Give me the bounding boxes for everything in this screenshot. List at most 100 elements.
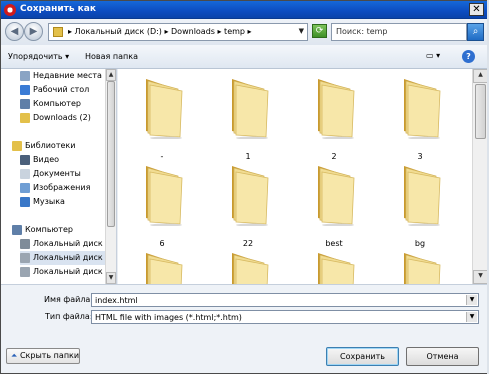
chevron-up-icon: ⏶ xyxy=(11,351,20,360)
scroll-up-icon[interactable]: ▲ xyxy=(473,69,488,83)
folder-item[interactable]: - xyxy=(132,75,192,161)
back-arrow-icon[interactable]: ◀ xyxy=(5,22,24,41)
sidebar-item-label: Локальный диск ( xyxy=(33,253,109,262)
folder-item[interactable]: 6 xyxy=(132,162,192,248)
chevron-down-icon[interactable]: ▼ xyxy=(299,27,304,35)
sidebar-item[interactable]: Документы xyxy=(20,167,81,181)
sidebar-item[interactable]: Музыка xyxy=(20,195,65,209)
sidebar-item-label: Компьютер xyxy=(25,225,73,234)
sidebar-item-label: Локальный диск ( xyxy=(33,239,109,248)
chevron-down-icon[interactable]: ▼ xyxy=(466,295,477,305)
save-as-dialog: Сохранить как ✕ ◀ ▶ ▸ Локальный диск (D:… xyxy=(0,0,489,374)
sidebar-scrollbar[interactable]: ▲ ▼ xyxy=(105,69,116,284)
sidebar-item[interactable]: Библиотеки xyxy=(12,139,75,153)
computer-icon xyxy=(12,224,22,235)
address-bar[interactable]: ▸ Локальный диск (D:) ▸ Downloads ▸ temp… xyxy=(48,23,308,41)
scroll-down-icon[interactable]: ▼ xyxy=(473,270,488,284)
search-icon[interactable]: ⌕ xyxy=(467,23,484,41)
sidebar-item[interactable]: Видео xyxy=(20,153,59,167)
recent-places-icon xyxy=(20,70,30,81)
organize-button[interactable]: Упорядочить ▾ xyxy=(8,52,69,61)
sidebar-item[interactable]: Недавние места xyxy=(20,69,102,83)
documents-icon xyxy=(20,168,30,179)
folder-name: best xyxy=(325,239,343,248)
filename-value[interactable]: index.html xyxy=(95,296,138,305)
scroll-thumb[interactable] xyxy=(475,84,486,139)
folder-icon xyxy=(53,27,63,37)
filetype-label: Тип файла: xyxy=(45,312,93,321)
folder-item[interactable] xyxy=(304,249,364,284)
folder-icon xyxy=(20,112,30,123)
breadcrumb[interactable]: ▸ Локальный диск (D:) ▸ Downloads ▸ temp… xyxy=(68,27,252,36)
refresh-icon[interactable]: ⟳ xyxy=(312,24,327,38)
drive-icon xyxy=(20,252,30,263)
filetype-select[interactable]: HTML file with images (*.html;*.htm) ▼ xyxy=(91,310,479,324)
sidebar-item[interactable]: Изображения xyxy=(20,181,90,195)
opera-logo-icon xyxy=(4,4,16,16)
command-bar: Упорядочить ▾ Новая папка ▭ ▾ ? xyxy=(1,45,488,69)
save-button[interactable]: Сохранить xyxy=(326,347,399,366)
folder-name: 6 xyxy=(159,239,165,248)
sidebar-item-label: Компьютер xyxy=(33,99,81,108)
forward-arrow-icon[interactable]: ▶ xyxy=(24,22,43,41)
filename-field[interactable]: index.html ▼ xyxy=(91,293,479,307)
music-icon xyxy=(20,196,30,207)
sidebar-item-label: Библиотеки xyxy=(25,141,76,150)
folder-item[interactable]: best xyxy=(304,162,364,248)
libraries-icon xyxy=(12,140,22,151)
folder-name: bg xyxy=(414,239,426,248)
video-icon xyxy=(20,154,30,165)
navigation-pane: Недавние места Рабочий стол Компьютер Downl… xyxy=(1,69,117,284)
view-options-icon[interactable]: ▭ ▾ xyxy=(426,51,452,63)
folder-item[interactable]: 22 xyxy=(218,162,278,248)
sidebar-item-label: Недавние места xyxy=(33,71,102,80)
sidebar-item[interactable]: Компьютер xyxy=(12,223,73,237)
folder-name: - xyxy=(160,152,164,161)
folder-item[interactable] xyxy=(132,249,192,284)
file-list: - 1 2 3 6 22 best bg ▲ ▼ xyxy=(118,69,488,284)
folder-item[interactable]: 3 xyxy=(390,75,450,161)
cancel-button[interactable]: Отмена xyxy=(406,347,479,366)
sidebar-item-label: Downloads (2) xyxy=(33,113,91,122)
desktop-icon xyxy=(20,84,30,95)
sidebar-item-label: Музыка xyxy=(33,197,65,206)
folder-item[interactable]: 1 xyxy=(218,75,278,161)
sidebar-item[interactable]: Рабочий стол xyxy=(20,83,89,97)
close-button[interactable]: ✕ xyxy=(469,3,484,16)
folder-item[interactable]: 2 xyxy=(304,75,364,161)
title-bar[interactable]: Сохранить как ✕ xyxy=(1,1,488,19)
folder-name: 1 xyxy=(245,152,251,161)
scroll-thumb[interactable] xyxy=(107,81,115,227)
sidebar-item-label: Рабочий стол xyxy=(33,85,90,94)
sidebar-item-label: Документы xyxy=(33,169,81,178)
window-title: Сохранить как xyxy=(20,4,96,14)
hide-folders-button[interactable]: ⏶ Скрыть папки xyxy=(6,348,80,364)
sidebar-item[interactable]: Локальный диск ( xyxy=(20,251,109,265)
folder-name: 3 xyxy=(417,152,423,161)
computer-icon xyxy=(20,98,30,109)
scroll-up-icon[interactable]: ▲ xyxy=(106,69,116,81)
folder-item[interactable] xyxy=(390,249,450,284)
folder-item[interactable] xyxy=(218,249,278,284)
sidebar-item[interactable]: Downloads (2) xyxy=(20,111,91,125)
drive-icon xyxy=(20,238,30,249)
sidebar-item-label: Локальный диск ( xyxy=(33,267,109,276)
file-list-scrollbar[interactable]: ▲ ▼ xyxy=(472,69,488,284)
filename-label: Имя файла: xyxy=(44,295,94,304)
help-icon[interactable]: ? xyxy=(462,50,475,63)
new-folder-button[interactable]: Новая папка xyxy=(85,52,138,61)
sidebar-item[interactable]: Компьютер xyxy=(20,97,81,111)
folder-name: 2 xyxy=(331,152,337,161)
folder-item[interactable]: bg xyxy=(390,162,450,248)
search-input[interactable]: Поиск: temp xyxy=(331,23,467,41)
sidebar-item-label: Изображения xyxy=(33,183,91,192)
navigation-bar: ◀ ▶ ▸ Локальный диск (D:) ▸ Downloads ▸ … xyxy=(1,19,488,45)
sidebar-item-label: Видео xyxy=(33,155,60,164)
sidebar-item[interactable]: Локальный диск ( xyxy=(20,265,108,279)
sidebar-item[interactable]: Локальный диск ( xyxy=(20,237,108,251)
scroll-down-icon[interactable]: ▼ xyxy=(106,272,116,284)
folder-name: 22 xyxy=(242,239,254,248)
save-panel: Имя файла: index.html ▼ Тип файла: HTML … xyxy=(1,284,488,373)
chevron-down-icon[interactable]: ▼ xyxy=(466,312,477,322)
filetype-value[interactable]: HTML file with images (*.html;*.htm) xyxy=(95,313,242,322)
